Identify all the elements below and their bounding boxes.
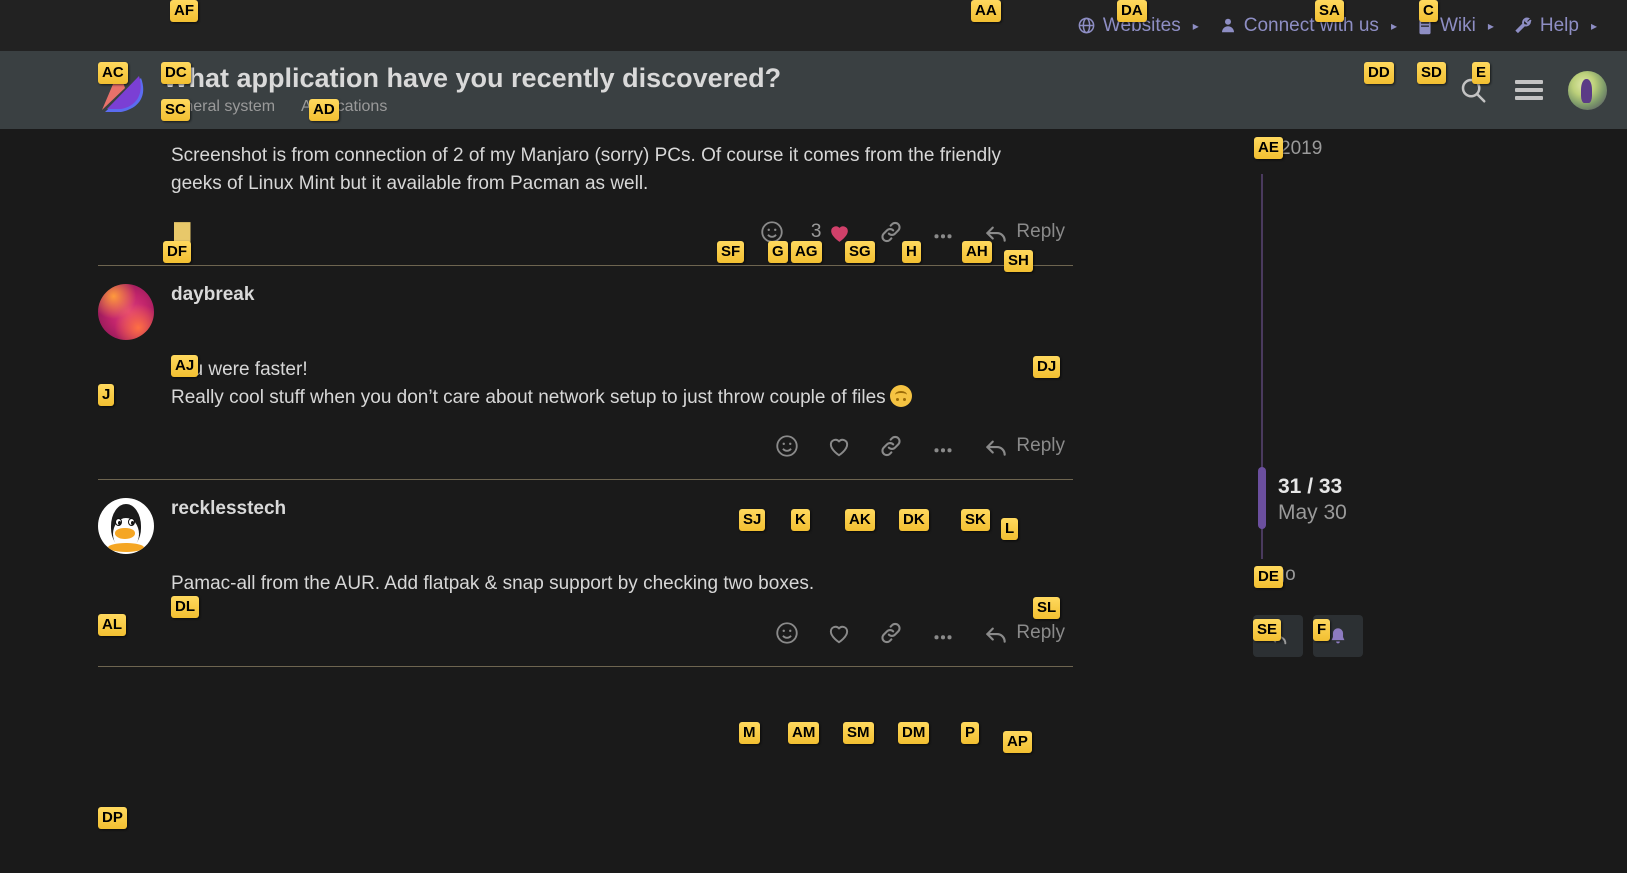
- post-3-like-button[interactable]: [826, 620, 852, 646]
- post-2-like-button[interactable]: [826, 433, 852, 459]
- post-3-body: Pamac-all from the AUR. Add flatpak & sn…: [98, 554, 1073, 598]
- post-2-username[interactable]: daybreak: [171, 284, 1073, 306]
- upside-down-face-emoji: [889, 384, 912, 407]
- topic-post-stream: Screenshot is from connection of 2 of my…: [0, 129, 1627, 873]
- post-2-meta: daybreak: [171, 284, 1073, 306]
- post-2-more-options-button[interactable]: [930, 433, 956, 459]
- top-nav: Websites ▸ Connect with us ▸ Wiki ▸ Help…: [1067, 15, 1607, 37]
- post-3-actions: Reply: [98, 598, 1073, 666]
- post-2-avatar[interactable]: [98, 284, 154, 341]
- chevron-right-icon: ▸: [1590, 18, 1597, 33]
- timeline-current-date: May 30: [1278, 501, 1347, 525]
- post-1-body-line-1: Screenshot is from connection of 2 of my…: [171, 145, 1001, 166]
- post-1-body-line-2: geeks of Linux Mint but it available fro…: [171, 172, 649, 194]
- topic-header: What application have you recently disco…: [0, 51, 1627, 129]
- hamburger-menu-icon[interactable]: [1512, 73, 1546, 107]
- post-2-emoji-reaction-button[interactable]: [774, 433, 800, 459]
- person-icon: [1219, 16, 1237, 35]
- breadcrumb: General system Applications: [163, 98, 1456, 116]
- post-3-meta: recklesstech: [171, 498, 1073, 520]
- post-2-body: You were faster! Really cool stuff when …: [98, 340, 1073, 411]
- post-3-avatar[interactable]: [98, 498, 154, 555]
- top-utility-bar: Websites ▸ Connect with us ▸ Wiki ▸ Help…: [0, 0, 1627, 51]
- top-nav-label-help: Help: [1539, 14, 1579, 36]
- heart-icon: [830, 439, 849, 457]
- post-3-more-options-button[interactable]: [930, 620, 956, 646]
- post-column: Screenshot is from connection of 2 of my…: [98, 129, 1073, 727]
- post-1-emoji-reaction-button[interactable]: [759, 219, 785, 245]
- chevron-right-icon: ▸: [1192, 18, 1199, 33]
- post-2-reply-label: Reply: [1016, 435, 1065, 457]
- post-2-reply-button[interactable]: Reply: [982, 433, 1065, 459]
- topic-timeline: 2019 31 / 33 May 30 ago: [1250, 129, 1580, 873]
- heart-icon: [830, 625, 849, 644]
- post-3-username[interactable]: recklesstech: [171, 498, 1073, 520]
- post-2-share-link-button[interactable]: [878, 433, 904, 459]
- post-1-body: Screenshot is from connection of 2 of my…: [98, 129, 1073, 197]
- bookmark-button[interactable]: [160, 211, 204, 259]
- post-1-share-link-button[interactable]: [878, 219, 904, 245]
- reply-arrow-icon: [986, 440, 1007, 456]
- timeline-buttons: [1253, 615, 1363, 657]
- post-3-reply-button[interactable]: Reply: [982, 620, 1065, 646]
- bookmark-icon: [173, 222, 191, 249]
- post-2: daybreak You were faster! Really cool st…: [98, 266, 1073, 479]
- timeline-top-date: 2019: [1280, 138, 1323, 159]
- timeline-notifications-button[interactable]: [1313, 615, 1363, 657]
- top-nav-label-connect-with-us: Connect with us: [1243, 14, 1379, 36]
- post-2-header: daybreak: [98, 266, 1073, 341]
- post-1-like-count: 3: [810, 221, 822, 243]
- book-icon: [1417, 16, 1433, 35]
- timeline-bottom-date: ago: [1264, 564, 1296, 585]
- post-1-reply-button[interactable]: Reply: [982, 219, 1065, 245]
- post-3: recklesstech Pamac-all from the AUR. Add…: [98, 480, 1073, 666]
- timeline-current: 31 / 33 May 30: [1278, 474, 1347, 527]
- chevron-right-icon: ▸: [1487, 18, 1494, 33]
- post-2-actions: Reply: [98, 411, 1073, 479]
- post-1-like-button[interactable]: 3: [811, 220, 853, 245]
- breadcrumb-item-applications[interactable]: Applications: [301, 98, 387, 116]
- post-3-emoji-reaction-button[interactable]: [774, 620, 800, 646]
- top-nav-label-websites: Websites: [1102, 14, 1181, 36]
- reply-arrow-icon: [1269, 631, 1287, 645]
- top-nav-item-connect-with-us[interactable]: Connect with us ▸: [1209, 15, 1407, 37]
- avatar[interactable]: [1568, 70, 1607, 110]
- post-3-header: recklesstech: [98, 480, 1073, 555]
- search-icon[interactable]: [1456, 73, 1490, 107]
- header-actions: [1456, 70, 1607, 110]
- page-title: What application have you recently disco…: [163, 62, 782, 93]
- site-logo-icon[interactable]: [95, 64, 151, 116]
- post-1-more-options-button[interactable]: [930, 219, 956, 245]
- top-nav-item-websites[interactable]: Websites ▸: [1067, 15, 1209, 37]
- globe-icon: [1077, 16, 1096, 35]
- wrench-icon: [1514, 16, 1533, 35]
- post-1-reply-label: Reply: [1016, 221, 1065, 243]
- post-3-body-line-1: Pamac-all from the AUR. Add flatpak & sn…: [171, 573, 815, 595]
- post-2-body-line-1: You were faster!: [171, 359, 308, 381]
- post-4: [98, 667, 1073, 727]
- breadcrumb-item-general-system[interactable]: General system: [163, 98, 275, 116]
- timeline-position: 31 / 33: [1278, 475, 1343, 498]
- header-titles: What application have you recently disco…: [163, 62, 1456, 116]
- timeline-reply-button[interactable]: [1253, 615, 1303, 657]
- heart-icon: [831, 225, 849, 242]
- top-nav-item-help[interactable]: Help ▸: [1504, 15, 1607, 37]
- post-2-body-line-2: Really cool stuff when you don’t care ab…: [171, 384, 1073, 412]
- reply-arrow-icon: [986, 627, 1007, 643]
- reply-arrow-icon: [986, 226, 1007, 242]
- bell-icon: [1331, 627, 1345, 643]
- post-3-share-link-button[interactable]: [878, 620, 904, 646]
- post-3-reply-label: Reply: [1016, 621, 1065, 643]
- top-nav-item-wiki[interactable]: Wiki ▸: [1407, 15, 1504, 37]
- top-nav-label-wiki: Wiki: [1439, 14, 1476, 36]
- post-1: Screenshot is from connection of 2 of my…: [98, 129, 1073, 265]
- timeline-scrubber-handle[interactable]: [1258, 467, 1266, 529]
- post-1-actions: 3 Reply: [98, 197, 1073, 265]
- chevron-right-icon: ▸: [1390, 18, 1397, 33]
